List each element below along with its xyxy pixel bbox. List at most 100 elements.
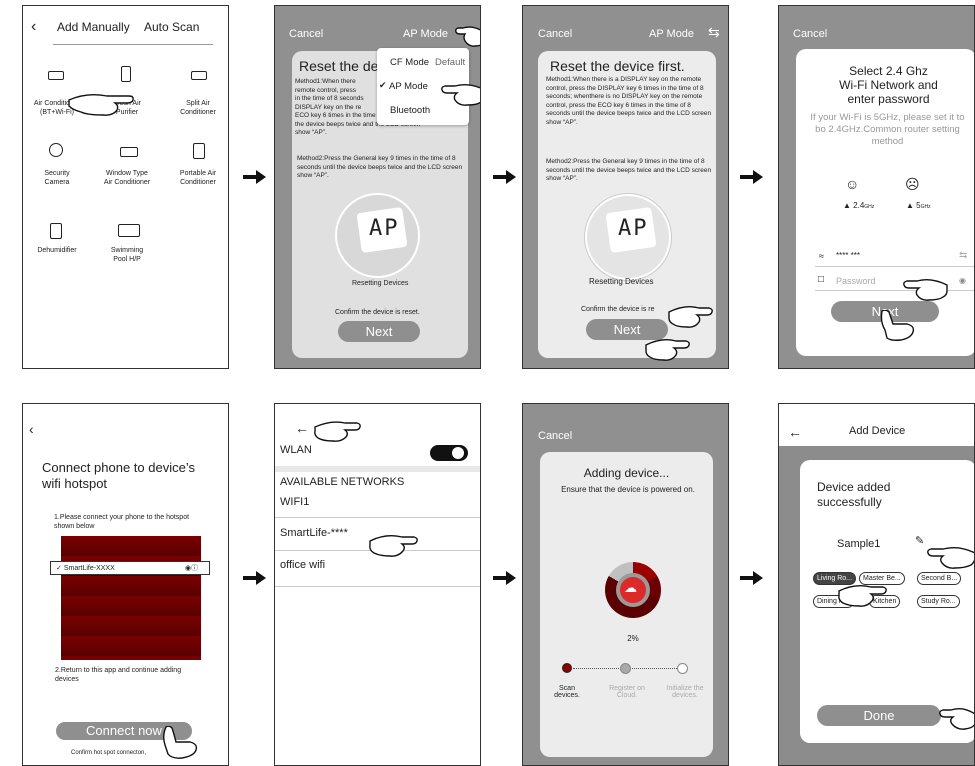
band-5ghz: ▲ 5GHz bbox=[906, 201, 931, 210]
back-icon[interactable]: ‹ bbox=[31, 18, 36, 36]
network-smartlife[interactable]: SmartLife-**** bbox=[280, 527, 348, 539]
device-security-camera[interactable]: Security Camera bbox=[25, 169, 89, 187]
pointing-hand-icon bbox=[645, 338, 690, 361]
back-arrow-icon[interactable]: ← bbox=[295, 420, 309, 436]
ssid-underline bbox=[815, 266, 974, 267]
device-dehumidifier[interactable]: Dehumidifier bbox=[25, 246, 89, 255]
pointing-hand-icon bbox=[369, 534, 418, 557]
back-arrow-icon[interactable]: ← bbox=[788, 424, 802, 440]
checkmark-icon: ✔ bbox=[379, 80, 387, 90]
pointing-hand-icon bbox=[939, 707, 974, 730]
step-register-label: Register on Cloud. bbox=[609, 685, 645, 699]
flow-arrow bbox=[493, 571, 516, 585]
tab-divider bbox=[53, 44, 213, 45]
band-2-4ghz: ▲ 2.4GHz bbox=[843, 201, 875, 210]
method2-text: Method2:Press the General key 9 times in… bbox=[297, 155, 463, 179]
toggle-knob bbox=[452, 447, 464, 459]
ssid-field[interactable]: **** *** bbox=[836, 251, 860, 260]
hotspot-name: ✓ SmartLife-XXXX bbox=[56, 565, 115, 572]
back-icon[interactable]: ‹ bbox=[29, 421, 34, 437]
step1-text: 1.Please connect your phone to the hotsp… bbox=[54, 514, 190, 530]
device-portable-ac[interactable]: Portable Air Conditioner bbox=[166, 169, 228, 187]
flow-arrow bbox=[243, 571, 266, 585]
step-initialize-label: Initialize the devices. bbox=[666, 685, 704, 699]
resetting-devices-link[interactable]: Resetting Devices bbox=[352, 280, 408, 287]
cancel-button[interactable]: Cancel bbox=[538, 430, 572, 442]
device-window-ac[interactable]: Window Type Air Conditioner bbox=[95, 169, 159, 187]
show-password-icon[interactable]: ◉ bbox=[959, 276, 966, 285]
done-button[interactable]: Done bbox=[817, 705, 941, 726]
pointing-hand-icon bbox=[927, 546, 974, 569]
switch-icon[interactable]: ⇆ bbox=[708, 24, 720, 41]
mode-selector[interactable]: AP Mode bbox=[403, 28, 448, 40]
hotspot-title: Connect phone to device’s wifi hotspot bbox=[42, 460, 195, 491]
cancel-button[interactable]: Cancel bbox=[538, 28, 572, 40]
pointing-hand-icon bbox=[903, 278, 948, 301]
tab-auto-scan[interactable]: Auto Scan bbox=[144, 20, 199, 34]
wlan-label: WLAN bbox=[280, 444, 312, 456]
smile-icon: ☺ bbox=[845, 176, 860, 192]
pointing-hand-icon bbox=[838, 584, 887, 607]
room-study-room[interactable]: Study Ro... bbox=[917, 595, 960, 608]
step-initialize-dot bbox=[677, 663, 688, 674]
resetting-devices-link[interactable]: Resetting Devices bbox=[589, 277, 653, 286]
panel-reset-device: Cancel AP Mode ⇆ Reset the device first.… bbox=[522, 5, 729, 369]
room-second-bedroom[interactable]: Second B... bbox=[917, 572, 962, 585]
device-split-ac[interactable]: Split Air Conditioner bbox=[166, 99, 228, 117]
method1-text: Method1:When there is a DISPLAY key on t… bbox=[546, 76, 712, 126]
confirm-hotspot-text: Confirm hot spot connecton, bbox=[71, 750, 147, 756]
confirm-reset[interactable]: Confirm the device is re bbox=[581, 306, 655, 313]
available-networks-heading: AVAILABLE NETWORKS bbox=[280, 476, 405, 488]
menu-cf-mode[interactable]: CF Mode bbox=[390, 57, 429, 68]
lcd-text: AP bbox=[618, 216, 649, 241]
pointing-hand-icon bbox=[163, 726, 198, 759]
pointing-hand-icon bbox=[68, 93, 134, 116]
password-underline bbox=[815, 290, 974, 291]
mode-selector[interactable]: AP Mode bbox=[649, 28, 694, 40]
menu-bluetooth[interactable]: Bluetooth bbox=[390, 105, 430, 116]
flow-arrow bbox=[740, 571, 763, 585]
network-wifi1[interactable]: WIFI1 bbox=[280, 496, 309, 508]
dehumidifier-icon bbox=[50, 223, 62, 239]
reset-title: Reset the device first. bbox=[550, 58, 685, 74]
confirm-reset[interactable]: Confirm the device is reset. bbox=[335, 309, 420, 316]
menu-ap-mode[interactable]: AP Mode bbox=[389, 81, 428, 92]
success-message: Device added successfully bbox=[817, 480, 891, 509]
switch-network-icon[interactable]: ⇆ bbox=[959, 250, 967, 261]
step2-text: 2.Return to this app and continue adding… bbox=[55, 667, 182, 683]
pointing-hand-icon bbox=[880, 310, 915, 341]
lock-icon: □ bbox=[818, 274, 825, 285]
device-pool-hp[interactable]: Swimming Pool H/P bbox=[95, 246, 159, 264]
cancel-button[interactable]: Cancel bbox=[793, 28, 827, 40]
step-register-dot bbox=[620, 663, 631, 674]
adding-subtitle: Ensure that the device is powered on. bbox=[561, 485, 695, 494]
air-conditioner-icon bbox=[48, 71, 64, 80]
tab-add-manually[interactable]: Add Manually bbox=[57, 20, 130, 34]
panel-ap-mode-menu: Cancel AP Mode ⇆ Reset the de Method1:Wh… bbox=[274, 5, 481, 369]
row-divider bbox=[275, 586, 480, 587]
row-divider bbox=[275, 517, 480, 518]
panel-select-wifi: Cancel Select 2.4 Ghz Wi-Fi Network and … bbox=[778, 5, 975, 369]
hotspot-list-image bbox=[61, 536, 201, 660]
edit-name-icon[interactable]: ✎ bbox=[915, 534, 924, 547]
pointing-hand-icon bbox=[668, 305, 713, 328]
portable-ac-icon bbox=[193, 143, 205, 159]
pointing-hand-icon bbox=[314, 421, 361, 442]
method2-text: Method2:Press the General key 9 times in… bbox=[546, 158, 712, 182]
flow-arrow bbox=[243, 170, 266, 184]
progress-percent: 2% bbox=[627, 634, 639, 643]
password-field[interactable]: Password bbox=[836, 276, 876, 286]
cancel-button[interactable]: Cancel bbox=[289, 28, 323, 40]
flow-arrow bbox=[493, 170, 516, 184]
panel-add-manually: ‹ Add Manually Auto Scan Air Conditioner… bbox=[22, 5, 229, 369]
network-office-wifi[interactable]: office wifi bbox=[280, 559, 325, 571]
panel-connect-hotspot: ‹ Connect phone to device’s wifi hotspot… bbox=[22, 403, 229, 766]
pool-hp-icon bbox=[118, 224, 140, 237]
next-button[interactable]: Next bbox=[338, 321, 420, 342]
menu-default-tag: Default bbox=[435, 57, 466, 68]
panel-adding-device: Cancel Adding device... Ensure that the … bbox=[522, 403, 729, 766]
panel-wlan: ← WLAN AVAILABLE NETWORKS WIFI1 SmartLif… bbox=[274, 403, 481, 766]
panel-device-added: ← Add Device Device added successfully S… bbox=[778, 403, 975, 766]
step-scan-label: Scan devices. bbox=[554, 685, 580, 699]
wifi-title: Select 2.4 Ghz Wi-Fi Network and enter p… bbox=[839, 64, 938, 106]
